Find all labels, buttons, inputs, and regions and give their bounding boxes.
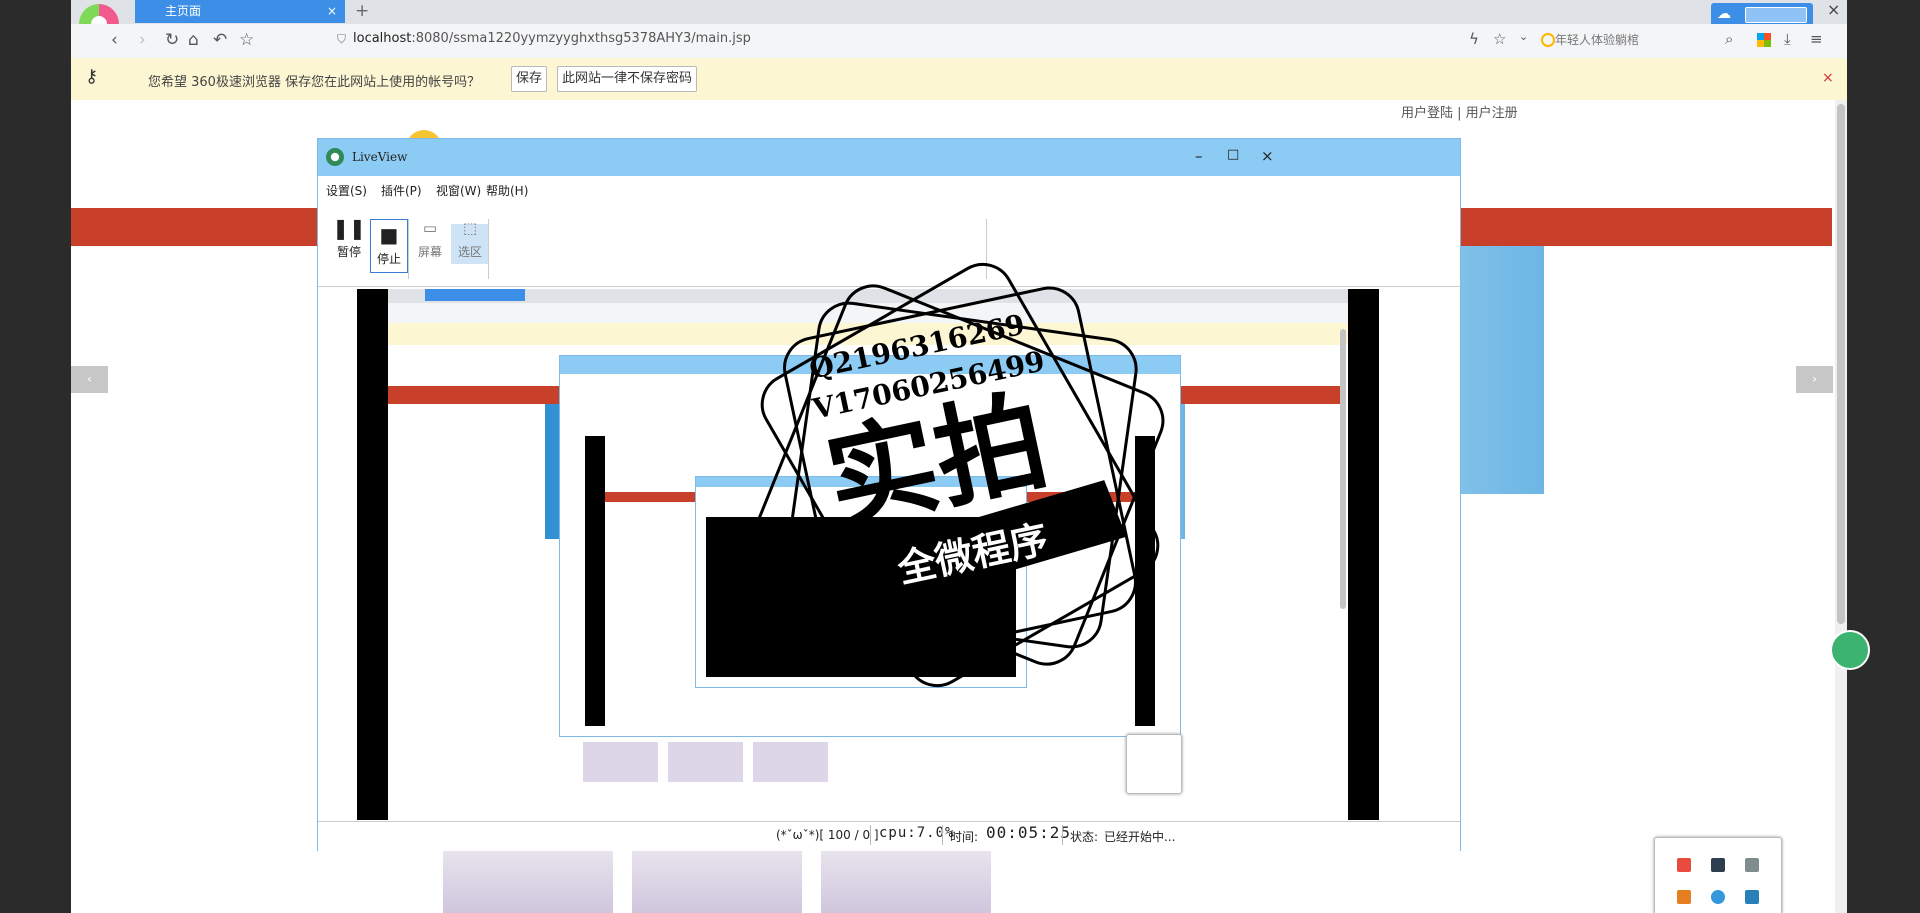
apps-icon[interactable] bbox=[1757, 33, 1771, 47]
status-separator bbox=[870, 825, 871, 845]
thumb-photo bbox=[668, 742, 743, 782]
menu-help[interactable]: 帮助(H) bbox=[486, 182, 528, 199]
register-link[interactable]: 用户注册 bbox=[1466, 106, 1518, 121]
region-icon: ⬚ bbox=[462, 219, 478, 237]
product-photo[interactable] bbox=[632, 848, 802, 913]
thumb-tab bbox=[425, 289, 525, 301]
link-separator: | bbox=[1453, 106, 1466, 121]
watermark-stamp: Q2196316269 V17060256499 实拍 全微程序 bbox=[755, 262, 1165, 688]
thumb-scrollbar bbox=[1340, 329, 1346, 609]
url-path: :8080/ssma1220yymzyyghxthsg5378AHY3/main… bbox=[411, 31, 751, 46]
reload-icon[interactable]: ↻ bbox=[165, 30, 179, 50]
pause-icon: ❚❚ bbox=[332, 216, 366, 240]
tray-app-icon[interactable] bbox=[1745, 890, 1759, 904]
banner-prev-arrow[interactable]: ‹ bbox=[71, 366, 108, 393]
never-save-button[interactable]: 此网站一律不保存密码 bbox=[557, 66, 698, 92]
minimize-icon[interactable]: – bbox=[1195, 147, 1203, 165]
user-links: 用户登陆 | 用户注册 bbox=[1401, 102, 1518, 121]
scrollbar-thumb[interactable] bbox=[1837, 104, 1845, 624]
region-label: 选区 bbox=[457, 245, 482, 259]
menu-plugins[interactable]: 插件(P) bbox=[381, 182, 422, 199]
screen-button[interactable]: ▭ 屏幕 bbox=[412, 213, 448, 271]
search-engine-icon bbox=[1541, 33, 1555, 47]
status-separator bbox=[942, 825, 943, 845]
home-icon[interactable]: ⌂ bbox=[188, 30, 199, 50]
toolbar-separator bbox=[408, 219, 409, 279]
security-shield-icon[interactable]: ⛉ bbox=[337, 32, 346, 47]
stop-button[interactable]: ■ 停止 bbox=[370, 219, 408, 273]
stop-label: 停止 bbox=[376, 252, 401, 266]
menu-window[interactable]: 视窗(W) bbox=[436, 182, 481, 199]
maximize-icon[interactable]: □ bbox=[1227, 147, 1239, 162]
screen-label: 屏幕 bbox=[417, 245, 442, 259]
status-time-label: 时间: bbox=[950, 830, 979, 844]
menu-icon[interactable]: ≡ bbox=[1810, 30, 1823, 48]
account-badge[interactable]: ☁ bbox=[1711, 3, 1813, 26]
tab-main[interactable]: 主页面 × bbox=[135, 0, 345, 23]
menu-settings[interactable]: 设置(S) bbox=[326, 182, 367, 199]
liveview-titlebar[interactable]: LiveView bbox=[318, 139, 1460, 176]
new-tab-button[interactable]: + bbox=[355, 0, 369, 22]
url-input[interactable]: localhost:8080/ssma1220yymzyyghxthsg5378… bbox=[353, 31, 751, 46]
status-time-value: 00:05:25 bbox=[986, 823, 1072, 842]
status-state-value: 已经开始中... bbox=[1104, 830, 1176, 844]
monitor-icon: ▭ bbox=[422, 219, 438, 237]
status-cpu: cpu:7.0% bbox=[879, 825, 955, 841]
banner-next-arrow[interactable]: › bbox=[1796, 366, 1833, 393]
toolbar-separator bbox=[488, 219, 489, 279]
tray-app-icon[interactable] bbox=[1711, 858, 1725, 872]
status-state-label: 状态: bbox=[1070, 830, 1099, 844]
thumb-photo bbox=[583, 742, 658, 782]
tab-title: 主页面 bbox=[165, 4, 202, 18]
liveview-title: LiveView bbox=[352, 150, 408, 164]
tab-close-icon[interactable]: × bbox=[327, 0, 337, 23]
thumb-photo bbox=[753, 742, 828, 782]
search-input[interactable]: 年轻人体验躺棺 bbox=[1555, 31, 1639, 48]
back-icon[interactable]: ‹ bbox=[111, 30, 118, 50]
lv-close-icon[interactable]: × bbox=[1261, 147, 1274, 165]
liveview-logo-icon bbox=[326, 148, 344, 166]
region-button[interactable]: ⬚ 选区 bbox=[452, 213, 488, 271]
tray-app-icon[interactable] bbox=[1677, 858, 1691, 872]
status-separator bbox=[1062, 825, 1063, 845]
key-icon: ⚷ bbox=[85, 66, 99, 87]
product-photo[interactable] bbox=[821, 848, 991, 913]
window-close-button[interactable]: × bbox=[1827, 0, 1840, 19]
lightning-icon[interactable]: ϟ bbox=[1469, 30, 1479, 48]
tray-popup bbox=[1654, 837, 1782, 913]
download-icon[interactable]: ⤓ bbox=[1784, 30, 1791, 48]
forward-icon[interactable]: › bbox=[139, 30, 146, 50]
undo-icon[interactable]: ↶ bbox=[213, 30, 227, 50]
dropdown-chevron-icon[interactable]: ⌄ bbox=[1519, 30, 1528, 43]
url-host: localhost bbox=[353, 31, 412, 46]
favorite-star-icon[interactable]: ☆ bbox=[1493, 30, 1506, 48]
pause-button[interactable]: ❚❚ 暂停 bbox=[331, 213, 367, 271]
tray-app-icon[interactable] bbox=[1677, 890, 1691, 904]
save-password-button[interactable]: 保存 bbox=[511, 66, 548, 92]
search-icon[interactable]: ⌕ bbox=[1725, 30, 1733, 48]
tray-app-icon[interactable] bbox=[1745, 858, 1759, 872]
tray-app-icon[interactable] bbox=[1711, 890, 1725, 904]
account-name-field bbox=[1745, 7, 1807, 23]
infobar-close-icon[interactable]: × bbox=[1822, 70, 1834, 86]
floating-chat-button[interactable] bbox=[1830, 630, 1870, 670]
cloud-icon: ☁ bbox=[1717, 6, 1731, 22]
infobar-message: 您希望 360极速浏览器 保存您在此网站上使用的帐号吗？ bbox=[148, 75, 481, 90]
login-link[interactable]: 用户登陆 bbox=[1401, 106, 1453, 121]
bookmark-star-icon[interactable]: ☆ bbox=[239, 30, 254, 50]
product-photo[interactable] bbox=[443, 848, 613, 913]
pause-label: 暂停 bbox=[336, 245, 361, 259]
status-face: (*ˇωˇ*)[ 100 / 0 ] bbox=[776, 828, 879, 842]
stop-icon: ■ bbox=[379, 223, 399, 247]
thumb-tray-popup bbox=[1126, 734, 1182, 794]
